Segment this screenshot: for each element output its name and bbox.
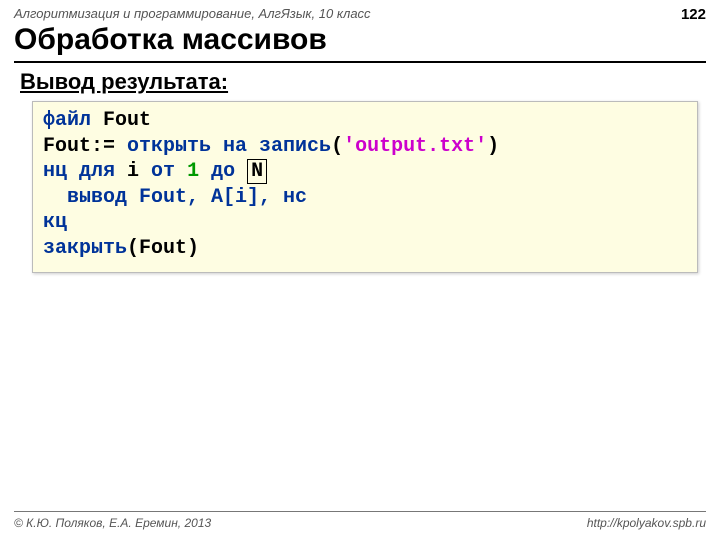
code-block: файл Fout Fout:= открыть на запись('outp…: [32, 101, 698, 273]
section-subtitle: Вывод результата:: [20, 69, 706, 95]
var-n-boxed: N: [247, 159, 267, 184]
paren-close: ): [487, 135, 499, 158]
course-header: Алгоритмизация и программирование, АлгЯз…: [14, 6, 706, 21]
kw-to: до: [199, 160, 247, 183]
copyright-text: © К.Ю. Поляков, Е.А. Еремин, 2013: [14, 516, 211, 530]
paren-open: (: [331, 135, 343, 158]
close-arg: (Fout): [127, 237, 199, 260]
page-number: 122: [681, 6, 706, 23]
kw-nc: нц: [43, 160, 67, 183]
string-literal: 'output.txt': [343, 135, 487, 158]
title-divider: [14, 61, 706, 63]
kw-close: закрыть: [43, 237, 127, 260]
footer-url: http://kpolyakov.spb.ru: [587, 516, 706, 530]
kw-for: для: [67, 160, 127, 183]
var-i: i: [127, 160, 139, 183]
slide-page: Алгоритмизация и программирование, АлгЯз…: [0, 0, 720, 540]
footer: © К.Ю. Поляков, Е.А. Еремин, 2013 http:/…: [14, 511, 706, 530]
assign-lhs: Fout:=: [43, 135, 127, 158]
kw-from: от: [139, 160, 187, 183]
var-fout-decl: Fout: [103, 109, 151, 132]
kw-file: файл: [43, 109, 91, 132]
kw-open: открыть на запись: [127, 135, 331, 158]
page-title: Обработка массивов: [14, 23, 706, 57]
num-1: 1: [187, 160, 199, 183]
kw-kc: кц: [43, 211, 67, 234]
output-line: вывод Fout, A[i], нс: [43, 186, 307, 209]
